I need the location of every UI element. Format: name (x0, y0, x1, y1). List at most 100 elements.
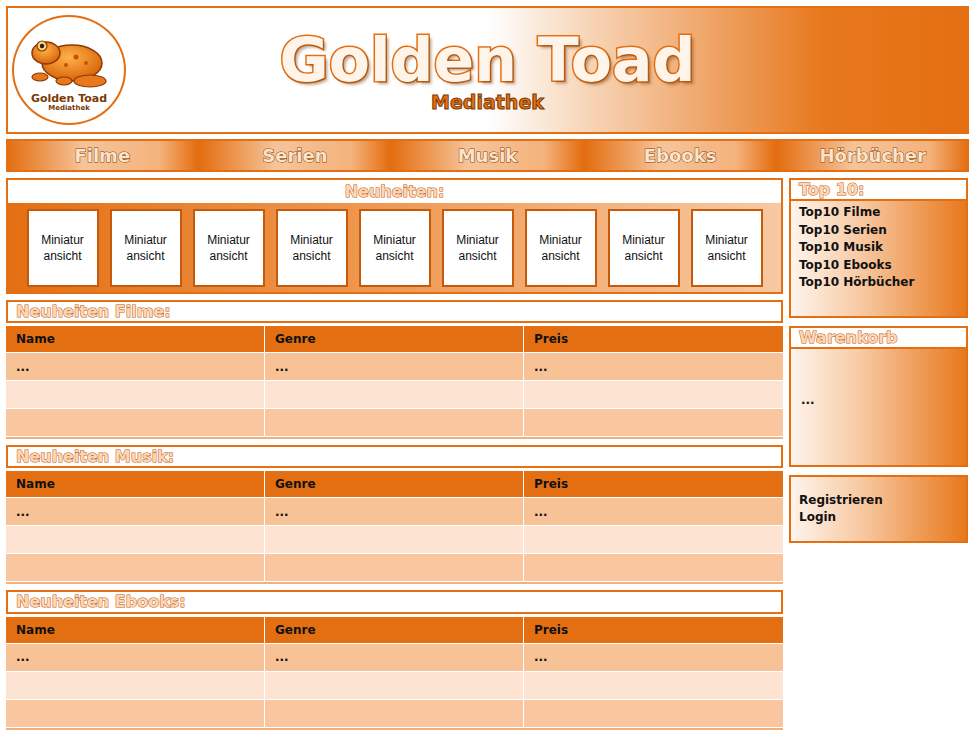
column-header[interactable]: Preis (524, 471, 783, 497)
table-cell (265, 672, 524, 699)
section-title: Neuheiten Musik: (16, 447, 174, 466)
table-header: NameGenrePreis (6, 617, 783, 644)
table-cell (524, 672, 783, 699)
table-row[interactable] (6, 526, 783, 554)
section-title-bar: Neuheiten Filme: (6, 300, 783, 323)
column-header[interactable]: Name (6, 617, 265, 643)
cart-content: ... (791, 349, 966, 465)
page: Golden ToadMediathekGolden ToadMediathek… (0, 0, 975, 742)
cart-title: Warenkorb (799, 328, 898, 347)
table-cell (265, 700, 524, 727)
section-title-bar: Neuheiten Musik: (6, 445, 783, 468)
top10-title: Top 10: (799, 180, 864, 199)
top10-link[interactable]: Top10 Serien (799, 222, 958, 240)
news-table: NameGenrePreis......... (6, 617, 783, 730)
table-cell (524, 409, 783, 436)
site-title: Golden Toad (280, 27, 696, 93)
column-header[interactable]: Preis (524, 326, 783, 352)
top10-link[interactable]: Top10 Musik (799, 239, 958, 257)
section-title-bar: Neuheiten Ebooks: (6, 590, 783, 613)
thumbnail[interactable]: Miniatur ansicht (608, 209, 680, 287)
table-cell (6, 381, 265, 408)
thumbnail[interactable]: Miniatur ansicht (359, 209, 431, 287)
nav-button[interactable]: Serien (201, 141, 390, 170)
table-cell (524, 700, 783, 727)
news-section: Neuheiten Filme: NameGenrePreis......... (6, 300, 783, 439)
top10-panel: Top 10: Top10 FilmeTop10 SerienTop10 Musi… (789, 178, 968, 318)
table-header: NameGenrePreis (6, 471, 783, 498)
table-cell (6, 700, 265, 727)
table-row[interactable] (6, 700, 783, 728)
account-panel: RegistrierenLogin (789, 475, 968, 543)
thumbnail-row: Miniatur ansichtMiniatur ansichtMiniatur… (8, 203, 781, 292)
thumbnail[interactable]: Miniatur ansicht (525, 209, 597, 287)
column-header[interactable]: Name (6, 326, 265, 352)
table-row[interactable] (6, 381, 783, 409)
thumbnail[interactable]: Miniatur ansicht (691, 209, 763, 287)
table-cell: ... (6, 498, 265, 525)
table-row[interactable]: ......... (6, 353, 783, 381)
thumbnail[interactable]: Miniatur ansicht (193, 209, 265, 287)
column-header[interactable]: Preis (524, 617, 783, 643)
table-cell: ... (265, 353, 524, 380)
column-header[interactable]: Name (6, 471, 265, 497)
table-cell: ... (524, 498, 783, 525)
thumbnail[interactable]: Miniatur ansicht (27, 209, 99, 287)
toad-icon (26, 31, 112, 93)
table-cell (265, 409, 524, 436)
table-row[interactable] (6, 554, 783, 582)
table-cell: ... (6, 644, 265, 671)
top10-link[interactable]: Top10 Ebooks (799, 257, 958, 275)
news-table: NameGenrePreis......... (6, 326, 783, 439)
logo-subtitle: Mediathek (48, 105, 90, 113)
table-cell (6, 526, 265, 553)
table-cell (524, 554, 783, 581)
site-subtitle: Mediathek (431, 91, 544, 113)
header: Golden ToadMediathekGolden ToadMediathek (6, 6, 969, 134)
section-title: Neuheiten Ebooks: (16, 592, 186, 611)
logo-title: Golden Toad (31, 93, 107, 105)
content: Neuheiten:Miniatur ansichtMiniatur ansic… (6, 178, 969, 730)
account-link[interactable]: Registrieren (799, 492, 958, 510)
table-row[interactable]: ......... (6, 498, 783, 526)
table-row[interactable] (6, 672, 783, 700)
nav-button[interactable]: Filme (8, 141, 197, 170)
column-header[interactable]: Genre (265, 471, 524, 497)
title-block: Golden ToadMediathek (142, 27, 833, 113)
table-cell (6, 409, 265, 436)
nav-bar: FilmeSerienMusikEbooksHörbücher (6, 139, 969, 172)
nav-button[interactable]: Ebooks (586, 141, 775, 170)
news-panel: Neuheiten:Miniatur ansichtMiniatur ansic… (6, 178, 783, 294)
news-title-bar: Neuheiten: (8, 180, 781, 203)
column-header[interactable]: Genre (265, 326, 524, 352)
top10-link[interactable]: Top10 Filme (799, 204, 958, 222)
table-cell (524, 381, 783, 408)
news-section: Neuheiten Musik: NameGenrePreis......... (6, 445, 783, 584)
nav-button[interactable]: Hörbücher (778, 141, 967, 170)
table-cell: ... (6, 353, 265, 380)
main-column: Neuheiten:Miniatur ansichtMiniatur ansic… (6, 178, 783, 730)
thumbnail[interactable]: Miniatur ansicht (110, 209, 182, 287)
top10-list: Top10 FilmeTop10 SerienTop10 MusikTop10 … (791, 201, 966, 295)
cart-panel: Warenkorb... (789, 326, 968, 467)
news-table: NameGenrePreis......... (6, 471, 783, 584)
table-cell (265, 381, 524, 408)
table-cell: ... (265, 644, 524, 671)
top10-link[interactable]: Top10 Hörbücher (799, 274, 958, 292)
thumbnail[interactable]: Miniatur ansicht (276, 209, 348, 287)
table-cell (265, 554, 524, 581)
thumbnail[interactable]: Miniatur ansicht (442, 209, 514, 287)
top10-title-bar: Top 10: (791, 178, 966, 201)
table-row[interactable]: ......... (6, 644, 783, 672)
logo[interactable]: Golden ToadMediathek (12, 15, 126, 125)
table-row[interactable] (6, 409, 783, 437)
section-title: Neuheiten Filme: (16, 302, 171, 321)
news-title: Neuheiten: (345, 182, 445, 201)
nav-button[interactable]: Musik (393, 141, 582, 170)
table-cell: ... (524, 353, 783, 380)
table-cell (265, 526, 524, 553)
table-cell (6, 554, 265, 581)
table-header: NameGenrePreis (6, 326, 783, 353)
account-link[interactable]: Login (799, 509, 958, 527)
column-header[interactable]: Genre (265, 617, 524, 643)
